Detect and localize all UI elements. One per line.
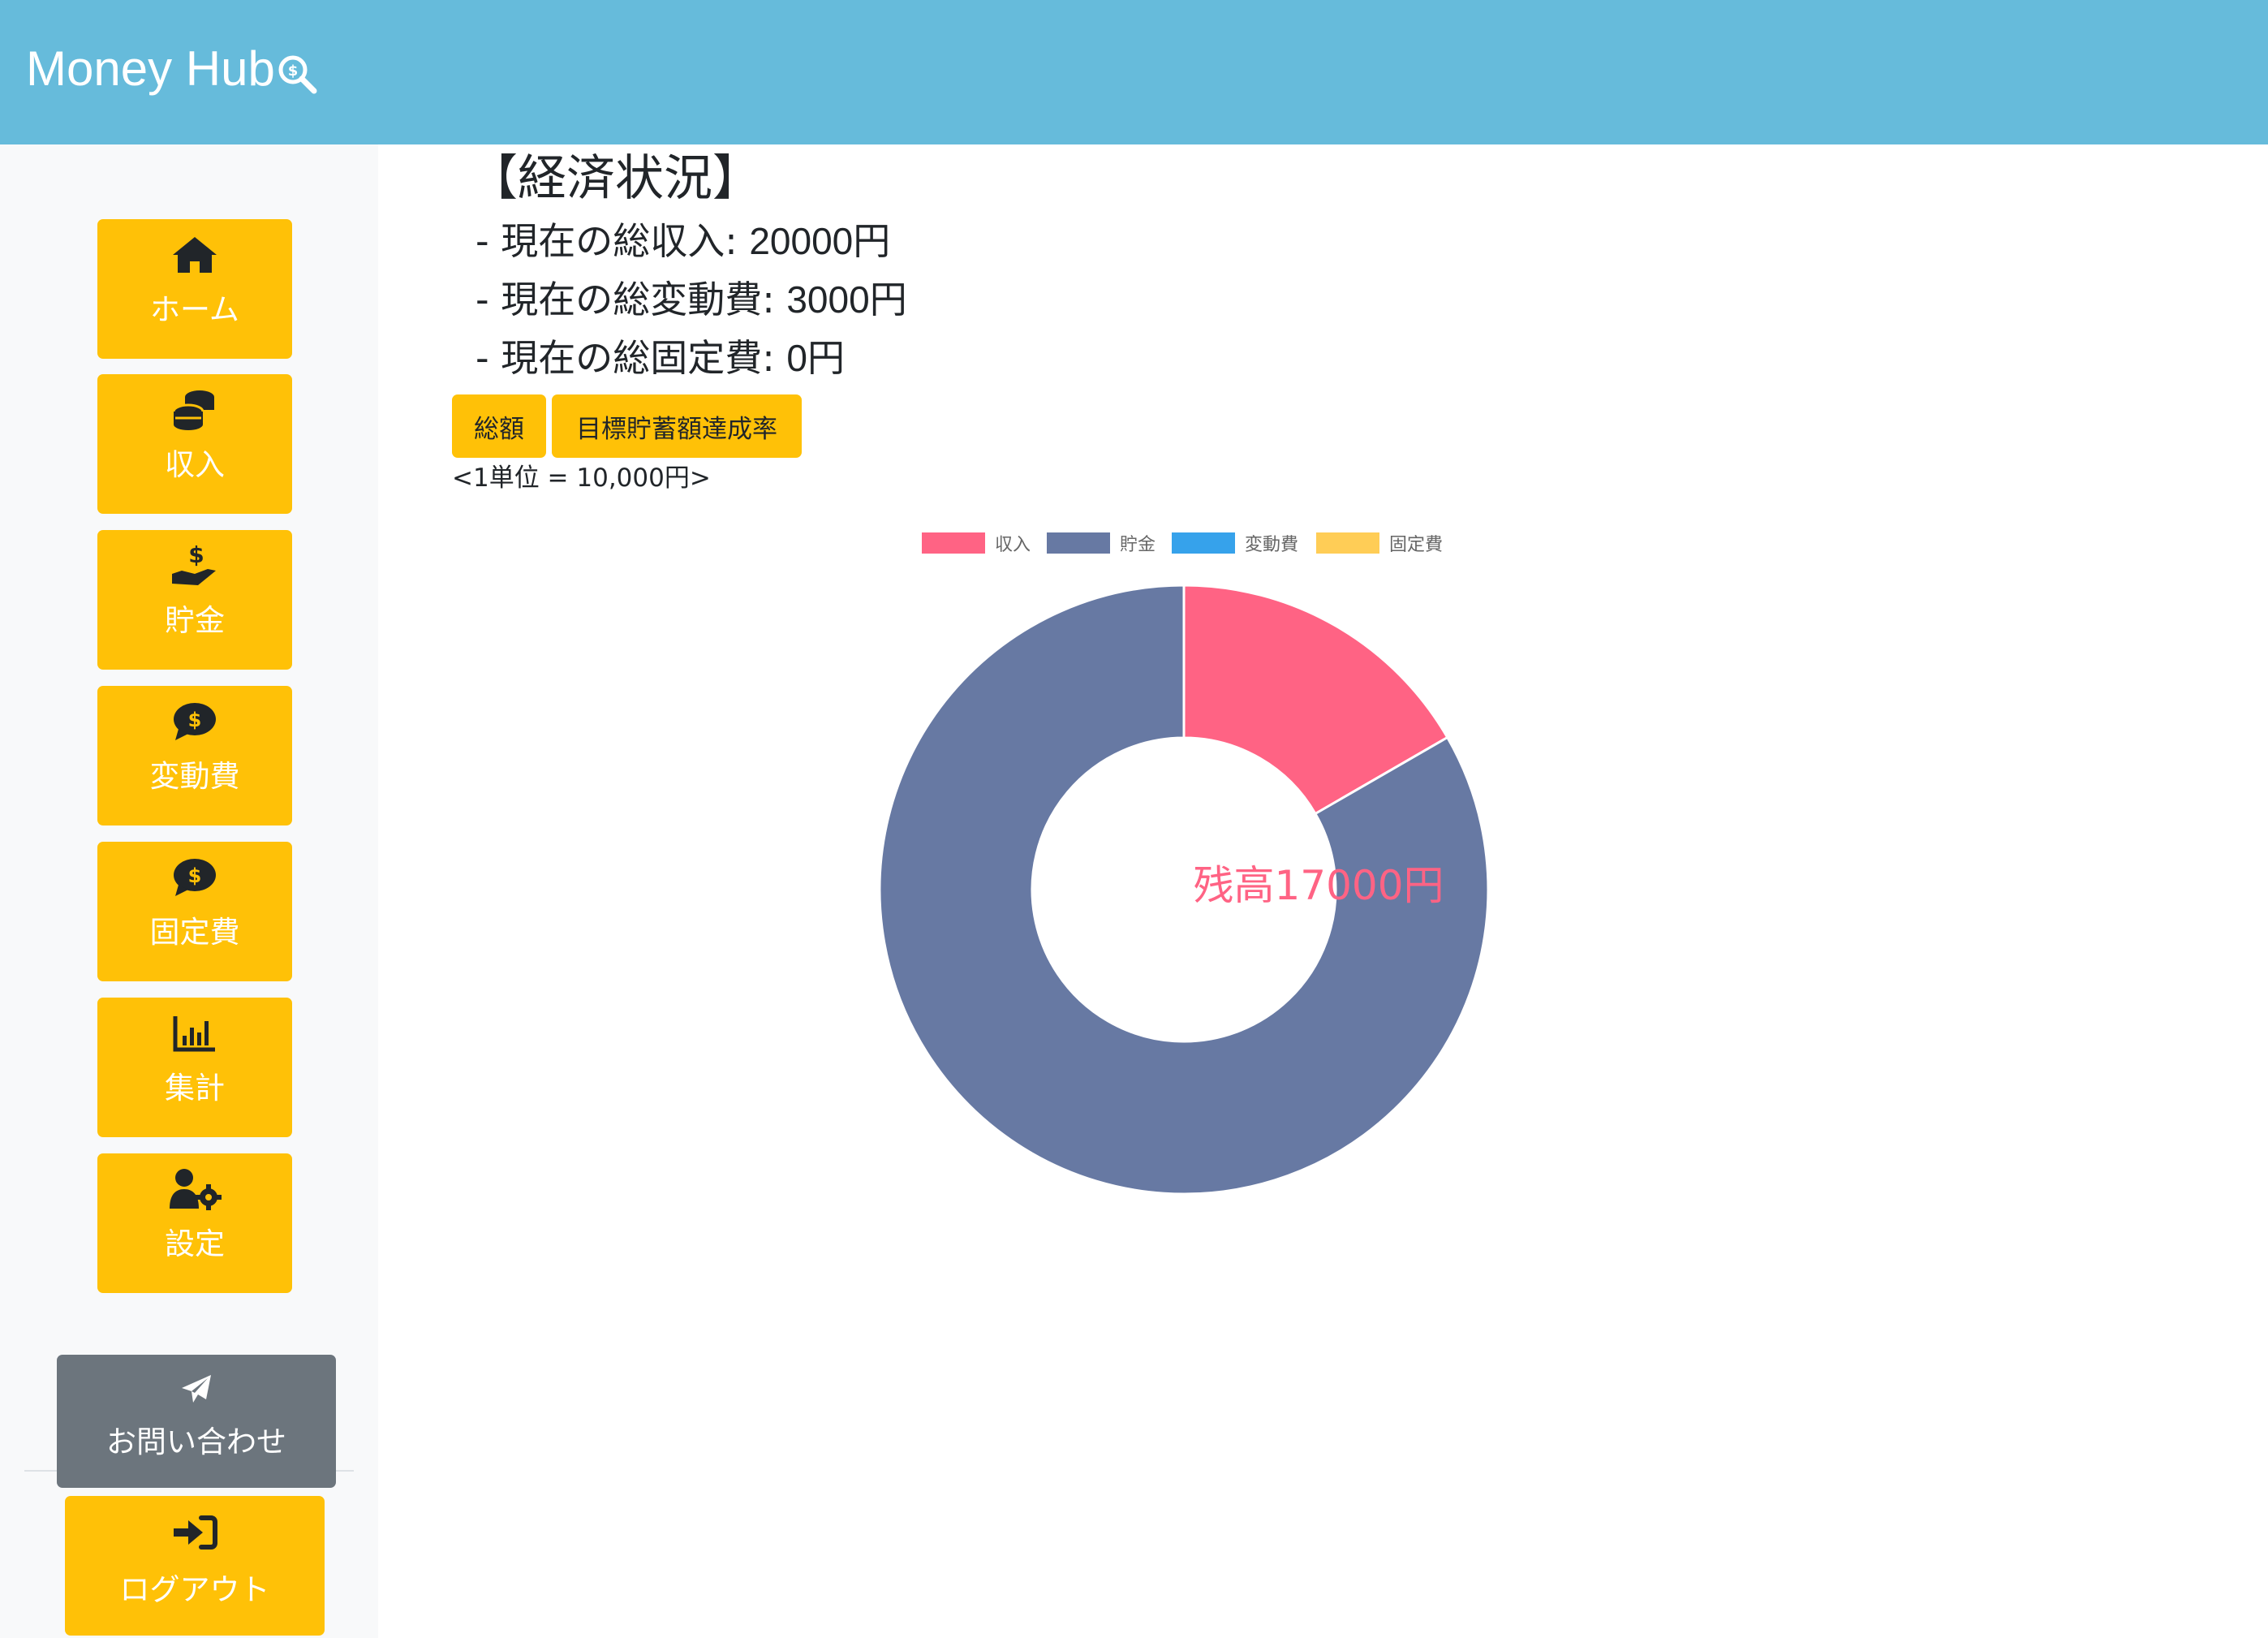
sidebar-item-summary[interactable]: 集計 xyxy=(97,998,292,1137)
sidebar: ホーム 収入 $ 貯金 $ 変動費 $ 固定費 集計 設定 お問い合わせ ログア… xyxy=(0,144,378,1638)
comment-dollar-icon: $ xyxy=(172,699,217,744)
coins-icon xyxy=(172,387,217,433)
sidebar-item-label: 収入 xyxy=(165,447,225,482)
logout-button[interactable]: ログアウト xyxy=(65,1496,325,1636)
sidebar-item-savings[interactable]: $ 貯金 xyxy=(97,530,292,670)
contact-button[interactable]: お問い合わせ xyxy=(57,1355,336,1488)
sidebar-item-label: 貯金 xyxy=(165,603,225,638)
hand-holding-dollar-icon: $ xyxy=(170,543,219,588)
sidebar-item-fixed-costs[interactable]: $ 固定費 xyxy=(97,842,292,981)
brand-logo[interactable]: Money Hub $ xyxy=(26,36,319,101)
balance-center-label: 残高17000円 xyxy=(1193,862,1444,909)
sidebar-item-home[interactable]: ホーム xyxy=(97,219,292,359)
sidebar-item-label: 変動費 xyxy=(149,759,240,794)
sidebar-item-income[interactable]: 収入 xyxy=(97,374,292,514)
brand-name: Money Hub xyxy=(26,41,275,96)
sidebar-item-label: 集計 xyxy=(165,1071,225,1106)
svg-text:$: $ xyxy=(188,864,202,887)
svg-text:$: $ xyxy=(188,543,204,568)
sign-in-icon xyxy=(172,1514,217,1551)
svg-text:$: $ xyxy=(188,709,202,731)
sidebar-item-variable-costs[interactable]: $ 変動費 xyxy=(97,686,292,825)
search-dollar-icon: $ xyxy=(278,55,317,94)
logout-label: ログアウト xyxy=(119,1572,270,1607)
sidebar-item-label: 設定 xyxy=(165,1226,225,1261)
sidebar-item-label: 固定費 xyxy=(149,915,240,950)
main-content: 【経済状況】 - 現在の総収入: 20000円 - 現在の総変動費: 3000円… xyxy=(378,144,2268,1638)
home-icon xyxy=(171,232,218,278)
chart-column-icon xyxy=(173,1011,217,1056)
svg-text:$: $ xyxy=(288,63,299,80)
sidebar-item-settings[interactable]: 設定 xyxy=(97,1153,292,1293)
paper-plane-icon xyxy=(180,1371,213,1407)
navbar: Money Hub $ xyxy=(0,0,2268,144)
contact-label: お問い合わせ xyxy=(106,1425,286,1459)
user-gear-icon xyxy=(168,1166,222,1212)
comment-dollar-icon: $ xyxy=(172,855,217,900)
sidebar-item-label: ホーム xyxy=(150,292,239,327)
